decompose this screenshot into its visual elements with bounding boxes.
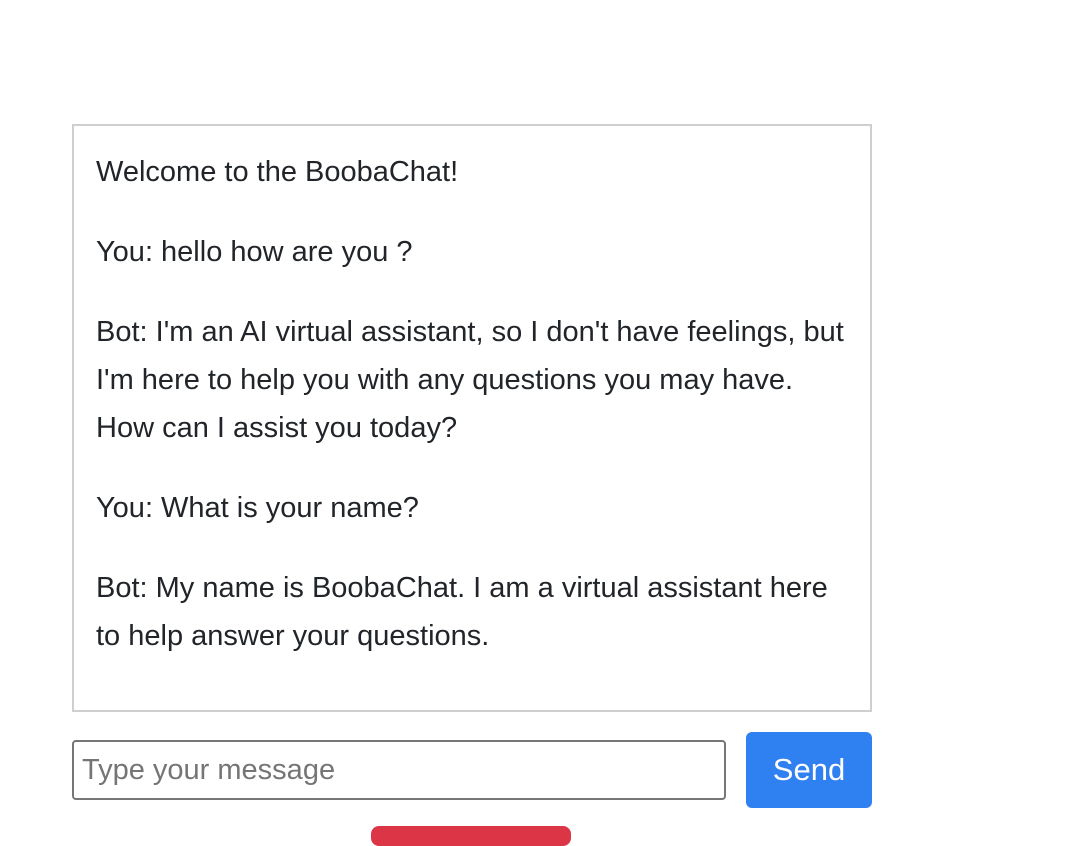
message-composer: Send — [72, 732, 872, 808]
chat-message-user: You: What is your name? — [96, 492, 419, 524]
send-button[interactable]: Send — [746, 732, 872, 808]
chat-message-bot: Bot: I'm an AI virtual assistant, so I d… — [96, 316, 844, 444]
chat-message-user: You: hello how are you ? — [96, 236, 413, 268]
chat-log[interactable]: Welcome to the BoobaChat! You: hello how… — [72, 124, 872, 712]
chat-message-welcome: Welcome to the BoobaChat! — [96, 156, 459, 188]
secondary-button[interactable] — [371, 826, 571, 846]
chat-message-bot: Bot: My name is BoobaChat. I am a virtua… — [96, 572, 828, 652]
message-input[interactable] — [72, 740, 726, 800]
